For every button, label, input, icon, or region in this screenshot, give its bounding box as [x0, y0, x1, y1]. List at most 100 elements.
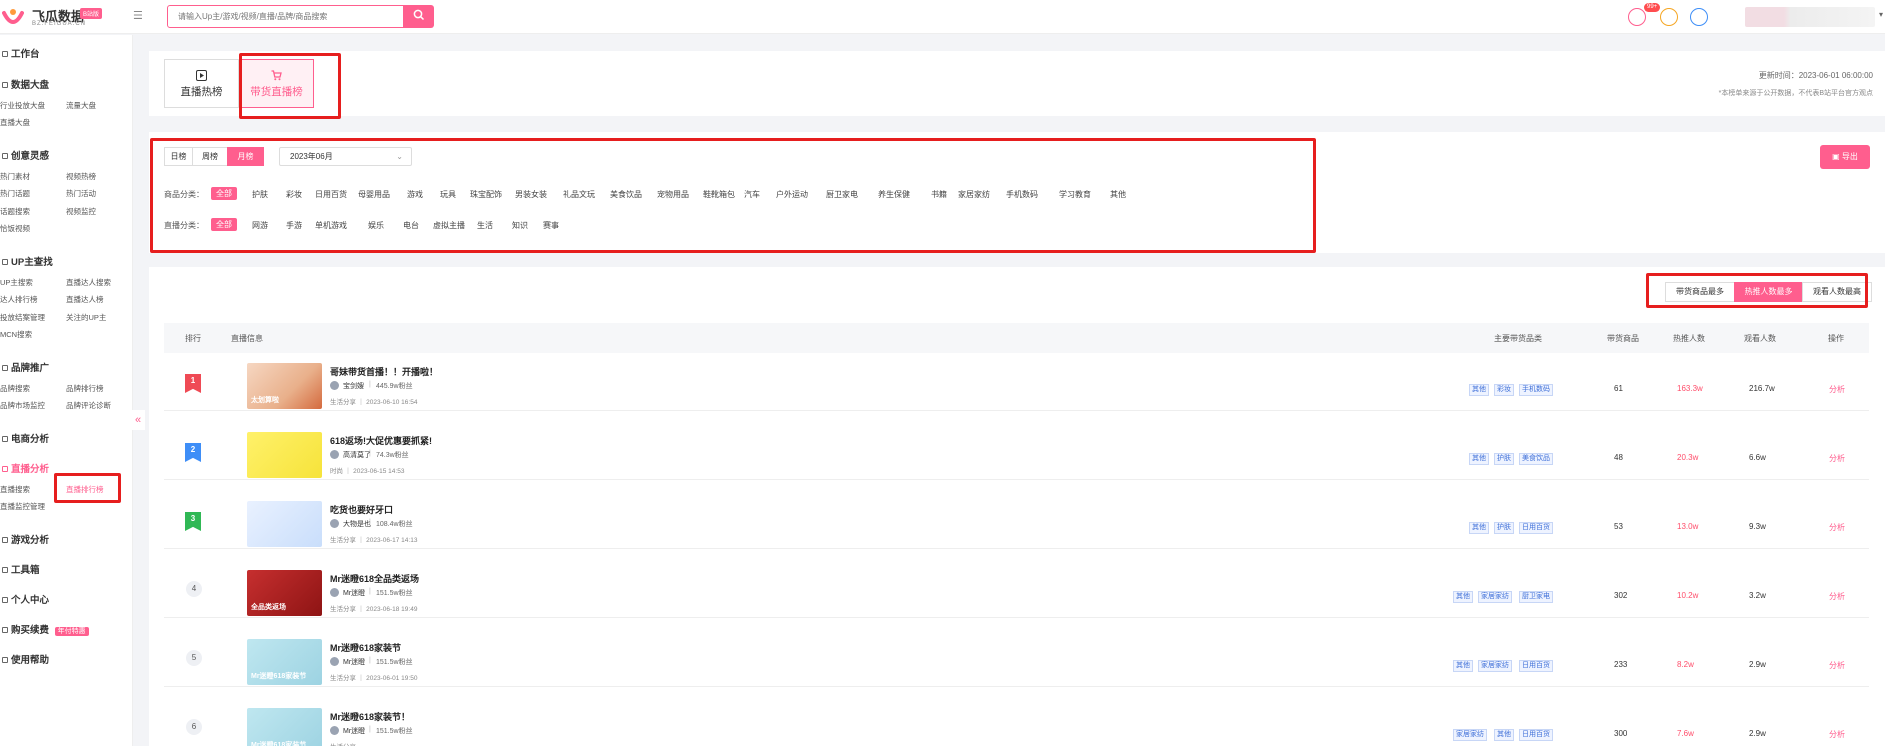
sidebar-item-brand-search[interactable]: 品牌搜索 [0, 383, 30, 394]
live-category-chip[interactable]: 电台 [403, 220, 419, 231]
table-row[interactable]: 1 太划算啦 哥妹带货首播！！开播啦！ 宝剑嫂 | 445.9w粉丝 生活分享 ｜ 202… [164, 354, 1869, 411]
analyze-link[interactable]: 分析 [1829, 591, 1845, 602]
live-thumbnail[interactable]: 太划算啦 [247, 363, 322, 409]
anchor-name[interactable]: 高清莫了 [343, 450, 371, 460]
live-title[interactable]: Mr迷瞪618全品类返场 [330, 572, 419, 585]
sidebar-item-hot-topics[interactable]: 热门话题 [0, 188, 30, 199]
goods-category-chip[interactable]: 游戏 [407, 189, 423, 200]
analyze-link[interactable]: 分析 [1829, 660, 1845, 671]
tab-goods-live[interactable]: 带货直播榜 [239, 59, 314, 108]
analyze-link[interactable]: 分析 [1829, 729, 1845, 740]
sidebar-item-traffic-overview[interactable]: 流量大盘 [66, 100, 96, 111]
goods-category-chip[interactable]: 鞋靴箱包 [703, 189, 735, 200]
anchor-name[interactable]: Mr迷瞪 [343, 726, 365, 736]
message-icon[interactable] [1628, 8, 1646, 26]
sidebar-section-creative[interactable]: 创意灵感 [2, 148, 49, 162]
sidebar-section-ecommerce[interactable]: 电商分析 [2, 431, 49, 445]
live-category-chip[interactable]: 虚拟主播 [433, 220, 465, 231]
goods-category-chip[interactable]: 全部 [211, 187, 237, 200]
live-thumbnail[interactable]: Mr迷瞪618家装节 [247, 639, 322, 685]
sidebar-section-live-analysis[interactable]: 直播分析 [2, 461, 49, 475]
sidebar-section-toolbox[interactable]: 工具箱 [2, 562, 40, 576]
sidebar-item-brand-market-monitor[interactable]: 品牌市场监控 [0, 400, 45, 411]
clock-icon[interactable] [1660, 8, 1678, 26]
table-row[interactable]: 3 吃货也要好牙口 大物是也 | 108.4w粉丝 生活分享 ｜ 2023-06-17 … [164, 492, 1869, 549]
goods-category-chip[interactable]: 护肤 [252, 189, 268, 200]
sidebar-item-topic-search[interactable]: 话题搜索 [0, 206, 30, 217]
live-thumbnail[interactable] [247, 501, 322, 547]
sidebar-item-campaign-report[interactable]: 投放结案管理 [0, 312, 45, 323]
anchor-name[interactable]: 宝剑嫂 [343, 381, 364, 391]
search-input[interactable] [167, 5, 404, 28]
sort-most-views[interactable]: 观看人数最高 [1802, 282, 1872, 302]
sidebar-section-data-overview[interactable]: 数据大盘 [2, 77, 49, 91]
live-thumbnail[interactable]: 全品类返场 [247, 570, 322, 616]
sidebar-item-video-hot[interactable]: 视频热榜 [66, 171, 96, 182]
goods-category-chip[interactable]: 彩妆 [286, 189, 302, 200]
search-button[interactable] [404, 5, 434, 28]
logo[interactable]: 飞瓜数据 B站版 BZ.FEIGUA.CN [2, 4, 132, 30]
analyze-link[interactable]: 分析 [1829, 522, 1845, 533]
table-row[interactable]: 4 全品类返场 Mr迷瞪618全品类返场 Mr迷瞪 | 151.5w粉丝 生活分享 ｜ 2… [164, 561, 1869, 618]
sidebar-item-live-monitor[interactable]: 直播监控管理 [0, 501, 45, 512]
goods-category-chip[interactable]: 其他 [1110, 189, 1126, 200]
goods-category-chip[interactable]: 手机数码 [1006, 189, 1038, 200]
sidebar-section-help[interactable]: 使用帮助 [2, 652, 49, 666]
goods-category-chip[interactable]: 日用百货 [315, 189, 347, 200]
live-title[interactable]: Mr迷瞪618家装节 [330, 641, 401, 654]
goods-category-chip[interactable]: 厨卫家电 [826, 189, 858, 200]
collapse-sidebar-icon[interactable]: « [131, 410, 145, 430]
goods-category-chip[interactable]: 珠宝配饰 [470, 189, 502, 200]
goods-category-chip[interactable]: 家居家纺 [958, 189, 990, 200]
sidebar-section-brand[interactable]: 品牌推广 [2, 360, 49, 374]
customer-service-icon[interactable] [1690, 8, 1708, 26]
goods-category-chip[interactable]: 学习教育 [1059, 189, 1091, 200]
sidebar-section-game[interactable]: 游戏分析 [2, 532, 49, 546]
live-title[interactable]: 618返场!大促优惠要抓紧! [330, 434, 432, 447]
goods-category-chip[interactable]: 书籍 [931, 189, 947, 200]
sidebar-item-up-search[interactable]: UP主搜索 [0, 277, 33, 288]
user-profile[interactable] [1745, 7, 1875, 27]
live-category-chip[interactable]: 全部 [211, 218, 237, 231]
sidebar-item-live-search[interactable]: 直播搜索 [0, 484, 30, 495]
goods-category-chip[interactable]: 玩具 [440, 189, 456, 200]
sidebar-item-sponsored-video[interactable]: 恰饭视频 [0, 223, 30, 234]
sidebar-item-video-monitor[interactable]: 视频监控 [66, 206, 96, 217]
anchor-name[interactable]: Mr迷瞪 [343, 588, 365, 598]
live-title[interactable]: 吃货也要好牙口 [330, 503, 393, 516]
goods-category-chip[interactable]: 母婴用品 [358, 189, 390, 200]
tab-live-hot[interactable]: 直播热榜 [164, 59, 239, 108]
period-month[interactable]: 月榜 [227, 147, 264, 166]
sidebar-item-live-ranking[interactable]: 直播排行榜 [66, 484, 104, 495]
sidebar-item-followed-up[interactable]: 关注的UP主 [66, 312, 106, 323]
sidebar-item-live-overview[interactable]: 直播大盘 [0, 117, 30, 128]
sidebar-item-brand-ranking[interactable]: 品牌排行榜 [66, 383, 104, 394]
goods-category-chip[interactable]: 礼品文玩 [563, 189, 595, 200]
live-category-chip[interactable]: 网游 [252, 220, 268, 231]
sidebar-item-live-talent-ranking[interactable]: 直播达人榜 [66, 294, 104, 305]
live-thumbnail[interactable]: Mr迷瞪618家装节 [247, 708, 322, 746]
sidebar-item-talent-ranking[interactable]: 达人排行榜 [0, 294, 38, 305]
sort-most-hot[interactable]: 热推人数最多 [1734, 282, 1803, 302]
live-title[interactable]: Mr迷瞪618家装节！ [330, 710, 410, 723]
sidebar-section-personal[interactable]: 个人中心 [2, 592, 49, 606]
sidebar-item-mcn-search[interactable]: MCN搜索 [0, 329, 32, 340]
sort-most-goods[interactable]: 带货商品最多 [1665, 282, 1735, 302]
live-category-chip[interactable]: 赛事 [543, 220, 559, 231]
sidebar-section-workbench[interactable]: 工作台 [2, 46, 40, 60]
live-category-chip[interactable]: 生活 [477, 220, 493, 231]
live-thumbnail[interactable] [247, 432, 322, 478]
live-category-chip[interactable]: 单机游戏 [315, 220, 347, 231]
period-day[interactable]: 日榜 [164, 147, 193, 166]
goods-category-chip[interactable]: 美食饮品 [610, 189, 642, 200]
goods-category-chip[interactable]: 户外运动 [776, 189, 808, 200]
analyze-link[interactable]: 分析 [1829, 453, 1845, 464]
sidebar-item-hot-material[interactable]: 热门素材 [0, 171, 30, 182]
export-button[interactable]: ▣ 导出 [1820, 145, 1870, 169]
analyze-link[interactable]: 分析 [1829, 384, 1845, 395]
table-row[interactable]: 5 Mr迷瞪618家装节 Mr迷瞪618家装节 Mr迷瞪 | 151.5w粉丝 生活分享 … [164, 630, 1869, 687]
goods-category-chip[interactable]: 养生保健 [878, 189, 910, 200]
goods-category-chip[interactable]: 宠物用品 [657, 189, 689, 200]
anchor-name[interactable]: 大物是也 [343, 519, 371, 529]
table-row[interactable]: 2 618返场!大促优惠要抓紧! 高清莫了 | 74.3w粉丝 时尚 ｜ 2023-06… [164, 423, 1869, 480]
